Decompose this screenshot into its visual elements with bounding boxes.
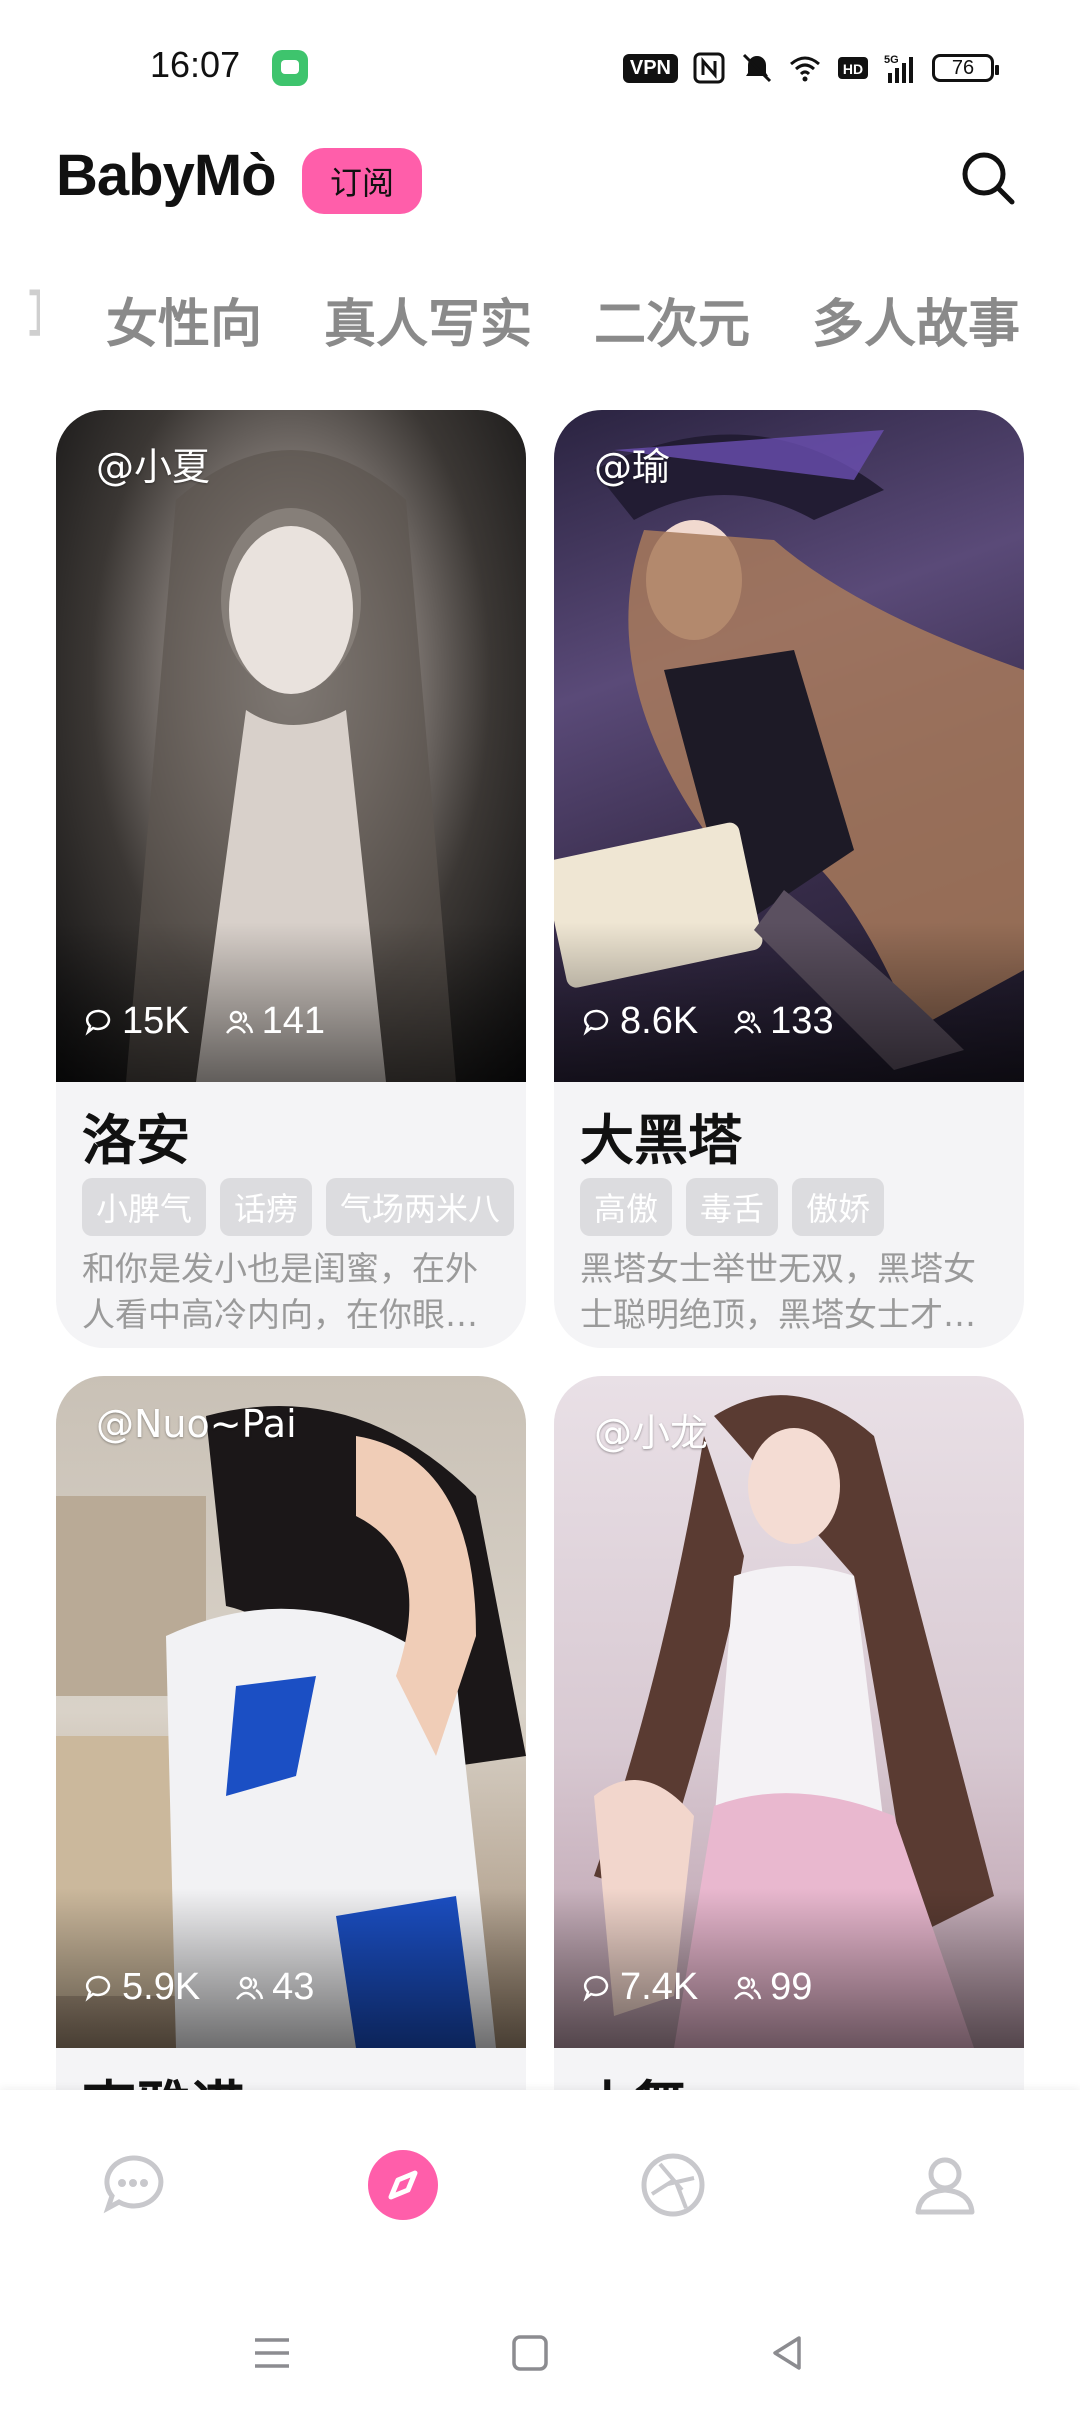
status-icons: VPN HD 5G 76 [622,48,999,88]
comments-count: 5.9K [122,1966,201,2008]
users-stat: 43 [234,1966,314,2009]
character-image[interactable] [56,410,526,1082]
app-logo: BabyMò [56,143,277,208]
comments-count: 15K [122,1000,190,1042]
comment-icon [85,1009,111,1036]
tab-partial[interactable]: ] [26,282,40,342]
tag: 毒舌 [686,1178,779,1236]
users-stat: 99 [732,1966,812,2009]
bottom-nav [0,2090,1080,2412]
users-count: 43 [272,1966,315,2008]
status-time: 16:07 [150,44,241,85]
signal-5g-icon: 5G [884,54,913,83]
users-icon [225,1010,253,1034]
comments-stat: 7.4K [582,1966,698,2009]
comments-stat: 8.6K [582,1000,698,1043]
card-stats: 5.9K 43 [84,1966,314,2009]
status-bar: 16:07 VPN HD 5G 76 [0,0,1080,130]
chat-bubble-icon[interactable] [98,2150,168,2220]
tag-list: 高傲 毒舌 傲娇 [580,1178,1012,1236]
users-icon [734,1010,762,1034]
character-image[interactable] [56,1376,526,2048]
nfc-icon [693,52,725,84]
tab-realistic[interactable]: 真人写实 [324,282,532,357]
creator-handle: @Nuo~Pai [96,1402,297,1446]
comments-count: 7.4K [620,1966,699,2008]
card-stats: 15K 141 [84,1000,325,1043]
mute-icon [742,53,772,83]
creator-handle: @小夏 [96,445,211,489]
character-name: 洛安 [82,1109,190,1172]
users-count: 133 [770,1000,834,1042]
tag: 小脾气 [82,1178,207,1236]
card-stats: 8.6K 133 [582,1000,834,1043]
subscribe-button[interactable]: 订阅 [302,148,422,214]
character-description: 黑塔女士举世无双，黑塔女士聪明绝顶，黑塔女士才… [580,1249,976,1334]
svg-text:HD: HD [843,61,863,77]
creator-handle: @小龙 [594,1411,709,1455]
tab-multi-story[interactable]: 多人故事 [812,282,1020,357]
character-name: 大黑塔 [580,1109,742,1172]
users-icon [236,1976,264,2000]
profile-icon[interactable] [910,2150,980,2220]
tag: 高傲 [580,1178,673,1236]
character-card[interactable]: @小夏 15K 141 洛安 小脾气 话痨 气场两米八 和你是发小也是闺蜜，在外… [56,410,526,1348]
tag: 话痨 [220,1178,313,1236]
users-count: 141 [261,1000,326,1042]
svg-text:5G: 5G [884,54,899,66]
character-image[interactable] [554,1376,1024,2048]
battery-indicator: 76 [932,54,999,82]
tab-female[interactable]: 女性向 [106,282,262,357]
comment-icon [583,1009,609,1036]
wifi-icon [790,56,820,82]
tag: 傲娇 [792,1178,885,1236]
discover-compass-icon[interactable] [368,2150,438,2220]
category-tabs: ] 女性向 真人写实 二次元 多人故事 [0,282,1080,362]
users-stat: 133 [732,1000,834,1043]
users-stat: 141 [224,1000,325,1043]
comment-icon [583,1975,609,2002]
users-count: 99 [770,1966,813,2008]
vpn-badge: VPN [622,53,678,83]
tab-anime[interactable]: 二次元 [594,282,750,357]
character-card[interactable]: @瑜 8.6K 133 大黑塔 高傲 毒舌 傲娇 黑塔女士举世无双，黑塔女士聪明… [554,410,1024,1348]
back-icon[interactable] [765,2330,811,2376]
aperture-icon[interactable] [638,2150,708,2220]
tag-list: 小脾气 话痨 气场两米八 [82,1178,514,1236]
users-icon [734,1976,762,2000]
comments-stat: 5.9K [84,1966,200,2009]
character-image[interactable] [554,410,1024,1082]
card-stats: 7.4K 99 [582,1966,812,2009]
creator-handle: @瑜 [594,445,671,489]
home-icon[interactable] [507,2330,553,2376]
comments-stat: 15K [84,1000,190,1043]
comment-icon [85,1975,111,2002]
search-icon[interactable] [956,146,1020,210]
menu-icon[interactable] [249,2330,295,2376]
hd-icon: HD [838,57,868,79]
message-app-icon [272,50,308,86]
tag: 气场两米八 [326,1178,514,1236]
comments-count: 8.6K [620,1000,699,1042]
character-description: 和你是发小也是闺蜜，在外人看中高冷内向，在你眼… [82,1249,478,1334]
